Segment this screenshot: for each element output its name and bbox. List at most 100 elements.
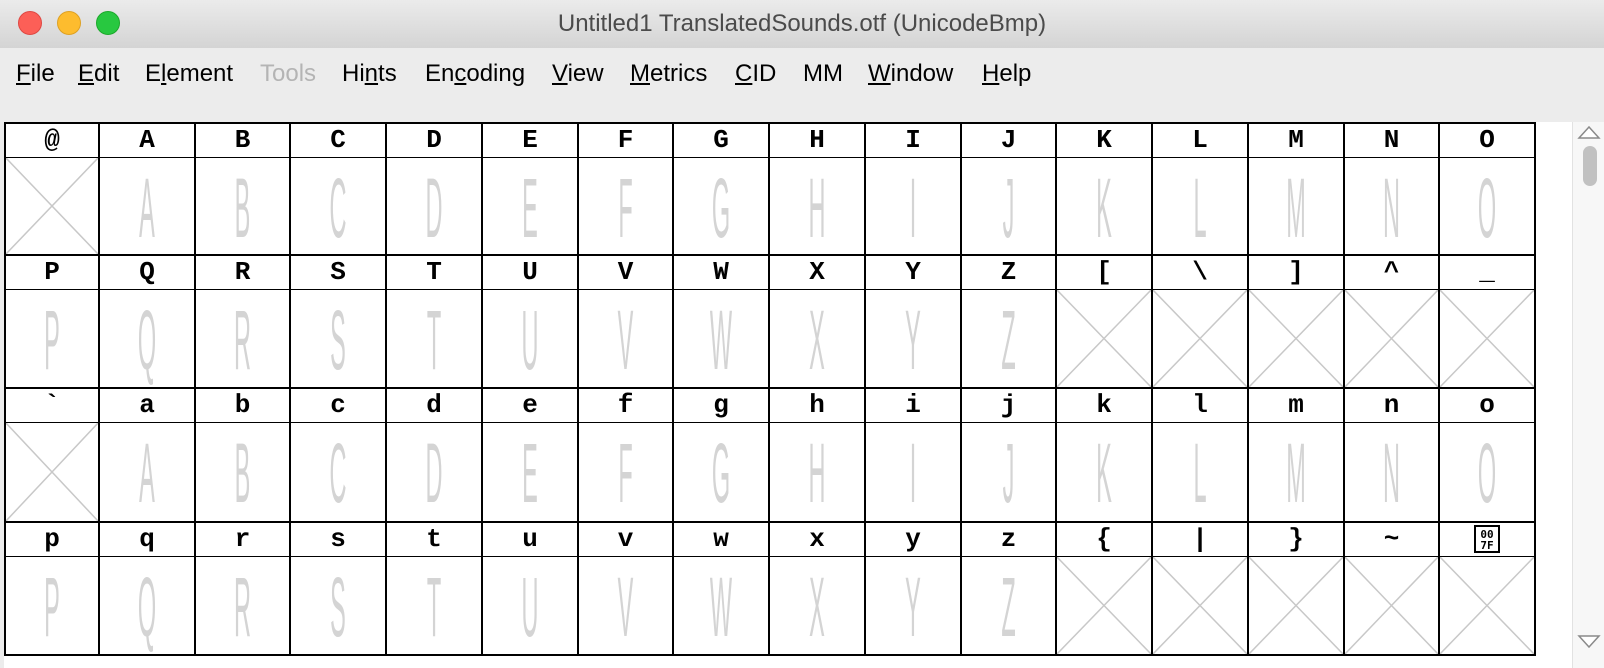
glyph-cell[interactable]: NN [1345,122,1440,256]
glyph-outline: G [711,161,731,255]
glyph-cell[interactable]: xX [770,523,866,656]
glyph-cell[interactable]: \ [1153,256,1249,389]
glyph-cell-label: \ [1153,256,1247,290]
glyph-cell[interactable]: BB [196,122,291,256]
menu-help[interactable]: Help [982,60,1031,88]
glyph-outline: W [709,293,733,387]
glyph-cell-label: 00 7F [1440,523,1534,557]
glyph-cell[interactable]: DD [387,122,483,256]
triangle-down-icon[interactable] [1577,634,1601,650]
menu-mm[interactable]: MM [803,60,843,88]
glyph-cell[interactable]: RR [196,256,291,389]
glyph-cell[interactable]: ` [4,389,100,523]
glyph-outline: V [617,293,634,387]
menu-encoding[interactable]: Encoding [425,60,525,88]
glyph-preview: X [770,557,864,655]
menu-edit[interactable]: Edit [78,60,119,88]
triangle-up-icon[interactable] [1577,124,1601,140]
glyph-cell[interactable]: mM [1249,389,1345,523]
empty-glyph-cross [1057,557,1151,654]
glyph-cell[interactable]: HH [770,122,866,256]
glyph-preview: F [579,158,672,256]
glyph-cell[interactable]: sS [291,523,387,656]
glyph-cell[interactable]: oO [1440,389,1536,523]
glyph-cell[interactable]: GG [674,122,770,256]
glyph-cell[interactable]: fF [579,389,674,523]
glyph-cell[interactable]: AA [100,122,196,256]
glyph-cell[interactable]: ZZ [962,256,1057,389]
glyph-cell[interactable]: OO [1440,122,1536,256]
glyph-outline: C [329,161,347,255]
glyph-cell[interactable]: YY [866,256,962,389]
glyph-cell[interactable]: CC [291,122,387,256]
empty-glyph-cross [1440,557,1534,654]
glyph-cell[interactable]: pP [4,523,100,656]
glyph-cell[interactable]: wW [674,523,770,656]
glyph-cell-label: s [291,523,385,557]
glyph-cell[interactable]: bB [196,389,291,523]
menu-metrics[interactable]: Metrics [630,60,707,88]
glyph-cell[interactable]: vV [579,523,674,656]
glyph-cell[interactable]: zZ [962,523,1057,656]
menu-file[interactable]: File [16,60,55,88]
glyph-cell[interactable]: cC [291,389,387,523]
glyph-cell[interactable]: dD [387,389,483,523]
glyph-cell[interactable]: rR [196,523,291,656]
glyph-cell[interactable]: 00 7F [1440,523,1536,656]
glyph-cell[interactable]: MM [1249,122,1345,256]
glyph-cell[interactable]: | [1153,523,1249,656]
glyph-cell[interactable]: UU [483,256,579,389]
glyph-outline: A [139,426,155,520]
glyph-cell[interactable]: aA [100,389,196,523]
glyph-cell-label: U [483,256,577,290]
menu-cid[interactable]: CID [735,60,776,88]
glyph-cell[interactable]: JJ [962,122,1057,256]
glyph-cell[interactable]: XX [770,256,866,389]
glyph-cell[interactable]: tT [387,523,483,656]
glyph-cell[interactable]: } [1249,523,1345,656]
glyph-cell[interactable]: nN [1345,389,1440,523]
glyph-cell[interactable]: uU [483,523,579,656]
cross-box-icon [1440,290,1534,387]
glyph-cell[interactable]: qQ [100,523,196,656]
glyph-cell[interactable]: LL [1153,122,1249,256]
menu-window[interactable]: Window [868,60,953,88]
glyph-cell[interactable]: iI [866,389,962,523]
glyph-cell[interactable]: _ [1440,256,1536,389]
glyph-cell[interactable]: yY [866,523,962,656]
glyph-cell[interactable]: gG [674,389,770,523]
glyph-cell[interactable]: TT [387,256,483,389]
glyph-cell[interactable]: [ [1057,256,1153,389]
glyph-cell[interactable]: hH [770,389,866,523]
glyph-cell[interactable]: eE [483,389,579,523]
glyph-cell-label: I [866,124,960,158]
vertical-scrollbar[interactable] [1572,122,1604,668]
menu-element[interactable]: Element [145,60,233,88]
glyph-cell[interactable]: II [866,122,962,256]
glyph-cell[interactable]: @ [4,122,100,256]
menu-hints[interactable]: Hints [342,60,397,88]
title-bar[interactable]: Untitled1 TranslatedSounds.otf (UnicodeB… [0,0,1604,49]
glyph-cell[interactable]: { [1057,523,1153,656]
glyph-cell[interactable]: ^ [1345,256,1440,389]
glyph-cell[interactable]: ~ [1345,523,1440,656]
glyph-cell[interactable]: ] [1249,256,1345,389]
glyph-cell[interactable]: FF [579,122,674,256]
glyph-cell[interactable]: QQ [100,256,196,389]
scroll-thumb[interactable] [1583,146,1597,186]
glyph-cell[interactable]: KK [1057,122,1153,256]
glyph-outline: G [711,426,731,520]
glyph-cell[interactable]: EE [483,122,579,256]
glyph-cell[interactable]: SS [291,256,387,389]
glyph-preview: N [1345,158,1438,256]
glyph-cell-label: v [579,523,672,557]
menu-tools[interactable]: Tools [260,60,316,88]
glyph-cell[interactable]: lL [1153,389,1249,523]
menu-view[interactable]: View [552,60,604,88]
glyph-cell[interactable]: WW [674,256,770,389]
glyph-cell[interactable]: jJ [962,389,1057,523]
glyph-cell-label: S [291,256,385,290]
glyph-cell[interactable]: kK [1057,389,1153,523]
glyph-cell[interactable]: VV [579,256,674,389]
glyph-cell[interactable]: PP [4,256,100,389]
